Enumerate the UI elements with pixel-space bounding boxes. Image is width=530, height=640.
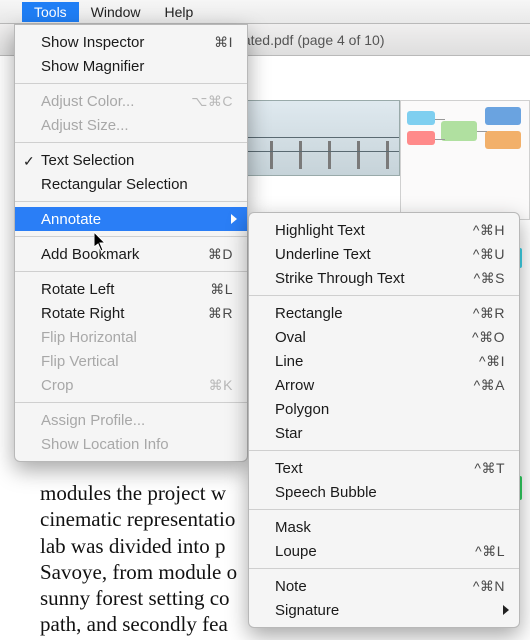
- menu-item-shortcut: ^⌘A: [451, 377, 505, 394]
- menu-show-location-info: Show Location Info: [15, 432, 247, 456]
- menu-item-label: Flip Horizontal: [41, 329, 233, 346]
- menu-note[interactable]: Note ^⌘N: [249, 574, 519, 598]
- menu-item-label: Add Bookmark: [41, 246, 179, 263]
- menu-item-label: Text: [275, 460, 451, 477]
- menu-rotate-left[interactable]: Rotate Left ⌘L: [15, 277, 247, 301]
- menu-separator: [249, 450, 519, 451]
- menu-item-label: Star: [275, 425, 505, 442]
- menu-show-magnifier[interactable]: Show Magnifier: [15, 54, 247, 78]
- menu-item-shortcut: ⌘K: [179, 377, 233, 394]
- menu-item-label: Line: [275, 353, 451, 370]
- menu-item-label: Flip Vertical: [41, 353, 233, 370]
- menu-item-shortcut: ⌘I: [179, 34, 233, 51]
- cursor-icon: [94, 232, 108, 252]
- menu-mask[interactable]: Mask: [249, 515, 519, 539]
- menu-star[interactable]: Star: [249, 421, 519, 445]
- menu-adjust-color: Adjust Color... ⌥⌘C: [15, 89, 247, 113]
- menu-item-shortcut: ^⌘I: [451, 353, 505, 370]
- menu-item-label: Assign Profile...: [41, 412, 233, 429]
- menubar-window[interactable]: Window: [79, 2, 153, 22]
- menu-flip-vertical: Flip Vertical: [15, 349, 247, 373]
- menu-rectangle[interactable]: Rectangle ^⌘R: [249, 301, 519, 325]
- menu-item-label: Polygon: [275, 401, 505, 418]
- menu-separator: [249, 509, 519, 510]
- menu-rotate-right[interactable]: Rotate Right ⌘R: [15, 301, 247, 325]
- menu-item-shortcut: ⌥⌘C: [179, 93, 233, 110]
- menu-item-label: Underline Text: [275, 246, 451, 263]
- menu-arrow[interactable]: Arrow ^⌘A: [249, 373, 519, 397]
- menu-item-label: Text Selection: [41, 152, 233, 169]
- menu-item-label: Show Inspector: [41, 34, 179, 51]
- menu-item-shortcut: ^⌘T: [451, 460, 505, 477]
- menu-polygon[interactable]: Polygon: [249, 397, 519, 421]
- checkmark-icon: ✓: [23, 153, 35, 170]
- menu-item-label: Show Location Info: [41, 436, 233, 453]
- menu-item-shortcut: ^⌘L: [451, 543, 505, 560]
- menubar: Tools Window Help: [0, 0, 530, 24]
- menu-item-shortcut: ^⌘U: [451, 246, 505, 263]
- menu-crop: Crop ⌘K: [15, 373, 247, 397]
- menu-item-label: Show Magnifier: [41, 58, 233, 75]
- menu-separator: [15, 142, 247, 143]
- menu-item-label: Adjust Color...: [41, 93, 179, 110]
- menu-adjust-size: Adjust Size...: [15, 113, 247, 137]
- menu-item-shortcut: ^⌘S: [451, 270, 505, 287]
- menu-item-label: Rotate Right: [41, 305, 179, 322]
- menu-item-label: Adjust Size...: [41, 117, 233, 134]
- menu-item-label: Annotate: [41, 211, 233, 228]
- menu-separator: [15, 83, 247, 84]
- menu-item-label: Signature: [275, 602, 505, 619]
- menu-item-label: Note: [275, 578, 451, 595]
- menu-oval[interactable]: Oval ^⌘O: [249, 325, 519, 349]
- menu-speech-bubble[interactable]: Speech Bubble: [249, 480, 519, 504]
- menu-separator: [249, 568, 519, 569]
- menu-item-label: Crop: [41, 377, 179, 394]
- menu-item-label: Highlight Text: [275, 222, 451, 239]
- menu-text-annotation[interactable]: Text ^⌘T: [249, 456, 519, 480]
- menu-item-shortcut: ^⌘R: [451, 305, 505, 322]
- menu-item-label: Rectangle: [275, 305, 451, 322]
- menu-rectangular-selection[interactable]: Rectangular Selection: [15, 172, 247, 196]
- submenu-arrow-icon: [231, 214, 237, 224]
- menu-item-label: Strike Through Text: [275, 270, 451, 287]
- menu-annotate[interactable]: Annotate: [15, 207, 247, 231]
- menu-item-label: Loupe: [275, 543, 451, 560]
- menu-assign-profile: Assign Profile...: [15, 408, 247, 432]
- menu-item-label: Rotate Left: [41, 281, 179, 298]
- menu-separator: [15, 201, 247, 202]
- menu-item-label: Mask: [275, 519, 505, 536]
- menu-item-shortcut: ^⌘H: [451, 222, 505, 239]
- menu-highlight-text[interactable]: Highlight Text ^⌘H: [249, 218, 519, 242]
- menu-strike-through-text[interactable]: Strike Through Text ^⌘S: [249, 266, 519, 290]
- menu-item-label: Arrow: [275, 377, 451, 394]
- menubar-tools[interactable]: Tools: [22, 2, 79, 22]
- menu-flip-horizontal: Flip Horizontal: [15, 325, 247, 349]
- menu-text-selection[interactable]: ✓ Text Selection: [15, 148, 247, 172]
- annotate-submenu: Highlight Text ^⌘H Underline Text ^⌘U St…: [248, 212, 520, 628]
- menu-item-shortcut: ⌘L: [179, 281, 233, 298]
- menu-item-shortcut: ⌘D: [179, 246, 233, 263]
- menu-show-inspector[interactable]: Show Inspector ⌘I: [15, 30, 247, 54]
- menu-item-shortcut: ^⌘O: [451, 329, 505, 346]
- menu-item-label: Speech Bubble: [275, 484, 505, 501]
- menu-separator: [15, 271, 247, 272]
- menubar-help[interactable]: Help: [152, 2, 205, 22]
- menu-item-label: Oval: [275, 329, 451, 346]
- menu-item-shortcut: ^⌘N: [451, 578, 505, 595]
- menu-line[interactable]: Line ^⌘I: [249, 349, 519, 373]
- menu-loupe[interactable]: Loupe ^⌘L: [249, 539, 519, 563]
- menu-separator: [15, 402, 247, 403]
- menu-separator: [249, 295, 519, 296]
- submenu-arrow-icon: [503, 605, 509, 615]
- menu-separator: [15, 236, 247, 237]
- menu-item-shortcut: ⌘R: [179, 305, 233, 322]
- menu-underline-text[interactable]: Underline Text ^⌘U: [249, 242, 519, 266]
- menu-item-label: Rectangular Selection: [41, 176, 233, 193]
- tools-menu: Show Inspector ⌘I Show Magnifier Adjust …: [14, 24, 248, 462]
- menu-add-bookmark[interactable]: Add Bookmark ⌘D: [15, 242, 247, 266]
- menu-signature[interactable]: Signature: [249, 598, 519, 622]
